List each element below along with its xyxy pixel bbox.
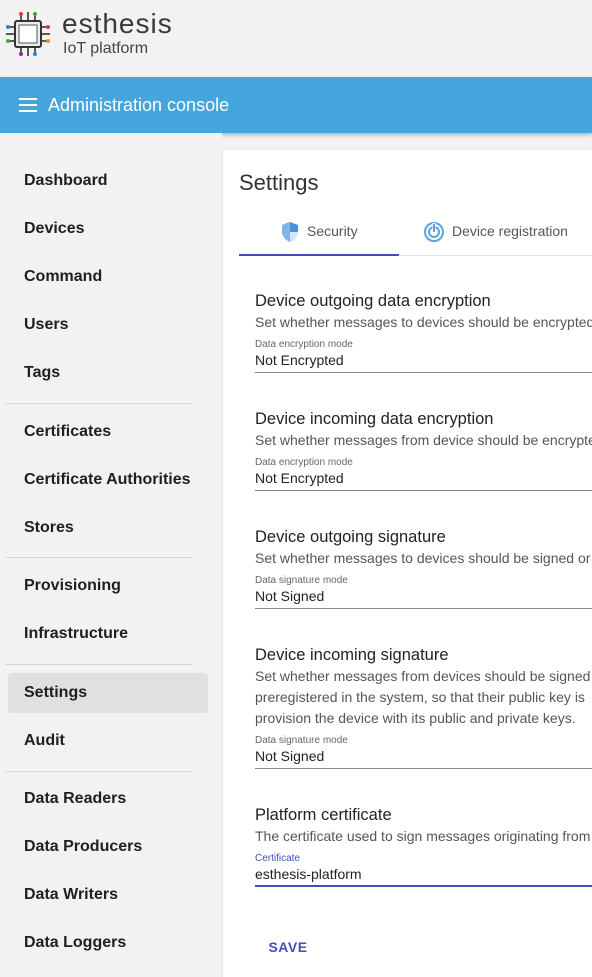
shield-icon bbox=[282, 222, 298, 242]
section-description: provision the device with its public and… bbox=[255, 710, 576, 726]
brand-header: esthesis IoT platform bbox=[0, 0, 592, 77]
sidebar-item-users[interactable]: Users bbox=[8, 305, 208, 345]
top-toolbar: Administration console bbox=[0, 77, 592, 133]
settings-section-incoming-encryption: Device incoming data encryption Set whet… bbox=[255, 410, 592, 491]
settings-section-platform-certificate: Platform certificate The certificate use… bbox=[255, 806, 592, 887]
sidebar-item-settings[interactable]: Settings bbox=[8, 673, 208, 713]
sidebar-item-data-readers[interactable]: Data Readers bbox=[8, 779, 208, 819]
settings-section-outgoing-encryption: Device outgoing data encryption Set whet… bbox=[255, 292, 592, 373]
section-description: The certificate used to sign messages or… bbox=[255, 828, 591, 844]
sidebar-item-devices[interactable]: Devices bbox=[8, 209, 208, 249]
field-value: Not Signed bbox=[255, 748, 325, 764]
page-title: Settings bbox=[239, 170, 319, 195]
field-label: Data encryption mode bbox=[255, 339, 353, 350]
incoming-signature-mode-select[interactable]: Data signature mode Not Signed bbox=[255, 734, 592, 769]
settings-tabs: Security Device registration bbox=[239, 212, 592, 256]
circuit-chip-icon bbox=[6, 12, 50, 56]
field-label: Data encryption mode bbox=[255, 457, 353, 468]
sidebar-item-provisioning[interactable]: Provisioning bbox=[8, 566, 208, 606]
tab-security-label: Security bbox=[307, 223, 358, 239]
section-title: Device incoming data encryption bbox=[255, 410, 494, 428]
field-label: Data signature mode bbox=[255, 575, 348, 586]
brand-name: esthesis bbox=[62, 8, 173, 39]
save-button[interactable]: SAVE bbox=[255, 930, 321, 964]
field-value: Not Encrypted bbox=[255, 470, 344, 486]
sidebar-item-data-producers[interactable]: Data Producers bbox=[8, 827, 208, 867]
tab-device-registration[interactable]: Device registration bbox=[419, 212, 592, 255]
field-value: esthesis-platform bbox=[255, 866, 362, 882]
sidebar-item-infrastructure[interactable]: Infrastructure bbox=[8, 614, 208, 654]
section-description: preregistered in the system, so that the… bbox=[255, 689, 585, 705]
field-value: Not Signed bbox=[255, 588, 325, 604]
outgoing-encryption-mode-select[interactable]: Data encryption mode Not Encrypted bbox=[255, 338, 592, 373]
section-title: Device outgoing data encryption bbox=[255, 292, 491, 310]
outgoing-signature-mode-select[interactable]: Data signature mode Not Signed bbox=[255, 574, 592, 609]
sidebar-item-certificates[interactable]: Certificates bbox=[8, 412, 208, 452]
tab-security[interactable]: Security bbox=[239, 212, 399, 255]
sidebar-item-tags[interactable]: Tags bbox=[8, 353, 208, 393]
section-description: Set whether messages from devices should… bbox=[255, 668, 591, 684]
section-title: Platform certificate bbox=[255, 806, 392, 824]
settings-section-outgoing-signature: Device outgoing signature Set whether me… bbox=[255, 528, 592, 609]
platform-certificate-select[interactable]: Certificate esthesis-platform bbox=[255, 852, 592, 887]
sidebar-item-certificate-authorities[interactable]: Certificate Authorities bbox=[8, 460, 208, 500]
section-description: Set whether messages from device should … bbox=[255, 432, 592, 448]
sidebar-item-dashboard[interactable]: Dashboard bbox=[8, 161, 208, 201]
sidebar-divider bbox=[6, 771, 192, 772]
settings-card: Settings Security Device registration De… bbox=[223, 150, 592, 977]
incoming-encryption-mode-select[interactable]: Data encryption mode Not Encrypted bbox=[255, 456, 592, 491]
field-value: Not Encrypted bbox=[255, 352, 344, 368]
tab-device-registration-label: Device registration bbox=[452, 223, 568, 239]
field-label: Certificate bbox=[255, 853, 301, 864]
sidebar-divider bbox=[6, 557, 192, 558]
section-title: Device incoming signature bbox=[255, 646, 449, 664]
active-tab-indicator bbox=[239, 254, 399, 256]
section-description: Set whether messages to devices should b… bbox=[255, 550, 591, 566]
section-title: Device outgoing signature bbox=[255, 528, 446, 546]
brand-subtitle: IoT platform bbox=[63, 40, 149, 57]
toolbar-title: Administration console bbox=[48, 95, 230, 115]
registration-icon bbox=[424, 222, 444, 242]
sidebar-nav: Dashboard Devices Command Users Tags Cer… bbox=[0, 133, 222, 977]
field-label: Data signature mode bbox=[255, 735, 348, 746]
settings-section-incoming-signature: Device incoming signature Set whether me… bbox=[255, 646, 592, 769]
sidebar-divider bbox=[6, 403, 192, 404]
sidebar-item-data-writers[interactable]: Data Writers bbox=[8, 875, 208, 915]
sidebar-divider bbox=[6, 664, 192, 665]
sidebar-item-stores[interactable]: Stores bbox=[8, 508, 208, 548]
sidebar-item-command[interactable]: Command bbox=[8, 257, 208, 297]
section-description: Set whether messages to devices should b… bbox=[255, 314, 592, 330]
sidebar-item-audit[interactable]: Audit bbox=[8, 721, 208, 761]
sidebar-item-data-loggers[interactable]: Data Loggers bbox=[8, 923, 208, 963]
hamburger-menu-icon[interactable] bbox=[19, 98, 37, 112]
